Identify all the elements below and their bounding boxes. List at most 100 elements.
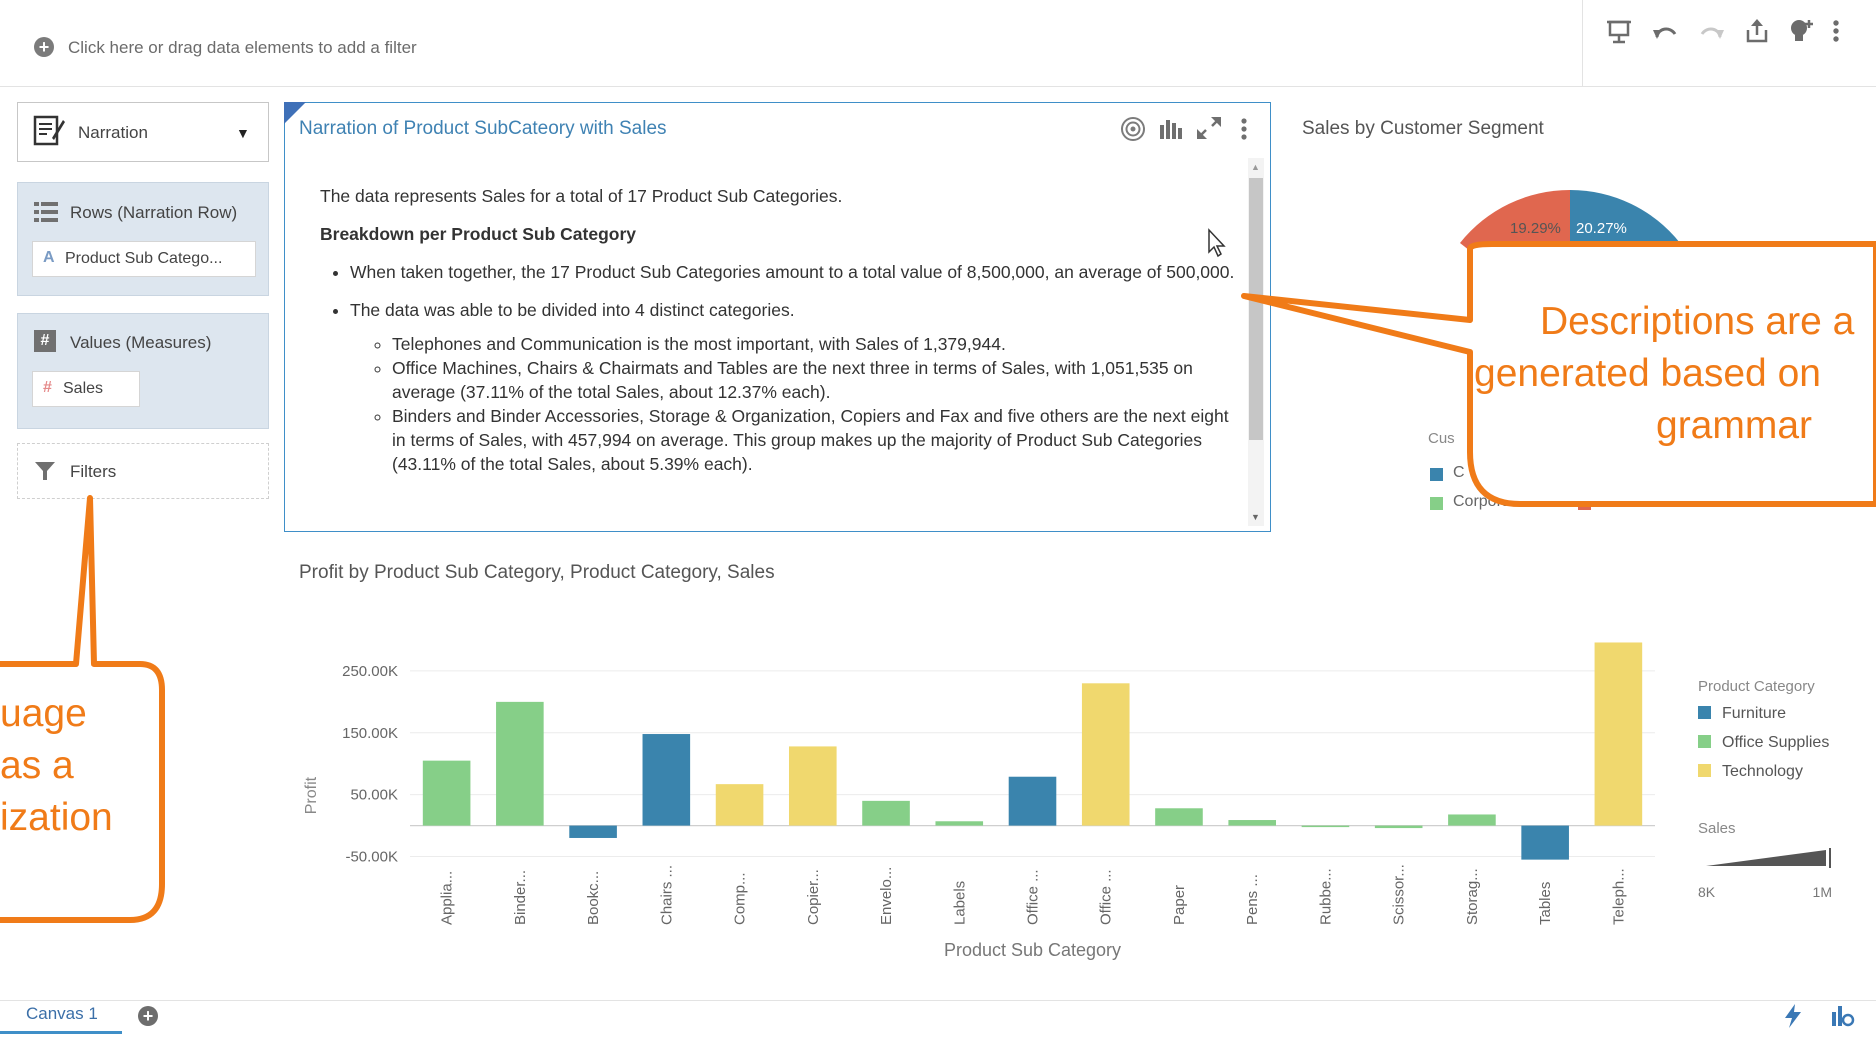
bullet-categories-text: The data was able to be divided into 4 d… [350,300,795,320]
rows-chip-label: Product Sub Catego... [65,250,223,267]
legend-label: Technology [1722,763,1803,780]
bar[interactable] [642,734,691,826]
x-tick-label: Pens ... [1244,874,1261,925]
values-chip[interactable]: # Sales [32,371,140,407]
attribute-icon: A [43,249,55,266]
bar[interactable] [569,825,617,838]
measure-icon: # [34,330,56,352]
bar[interactable] [1081,683,1130,826]
legend-swatch [1698,706,1711,719]
canvas-tab-bar [0,1000,1876,1041]
values-chip-label: Sales [63,380,104,397]
x-tick-label: Binder... [512,870,529,925]
add-filter-icon[interactable]: + [34,37,54,57]
chart-settings-icon[interactable] [1830,1002,1856,1033]
visualization-type-label: Narration [78,123,148,142]
panel-more-icon[interactable] [1238,116,1250,147]
funnel-icon [34,460,56,487]
narration-title: Narration of Product SubCateory with Sal… [299,118,667,139]
x-tick-label: Labels [951,881,968,925]
y-tick-label: 250.00K [342,663,398,680]
bar[interactable] [496,701,544,826]
callout-right-text: Descriptions are a generated based on gr… [1474,296,1876,452]
toolbar-divider [1582,0,1583,86]
bar[interactable] [1448,814,1496,826]
bar[interactable] [422,760,471,826]
callout-right-line-3: grammar [1656,404,1813,447]
rows-chip[interactable]: A Product Sub Catego... [32,241,256,277]
add-canvas-icon[interactable]: + [138,1006,158,1026]
y-axis-label: Profit [303,776,320,814]
bar[interactable] [1155,808,1203,826]
x-tick-label: Rubbe... [1317,868,1334,925]
x-tick-label: Applia... [439,871,456,925]
bar[interactable] [1594,642,1643,826]
share-icon[interactable] [1740,14,1774,48]
bar[interactable] [1301,825,1350,828]
active-tab-indicator [0,1031,122,1034]
x-tick-label: Copier... [805,869,822,925]
pie-label-1: 20.27% [1576,220,1627,237]
x-tick-label: Teleph... [1610,868,1627,925]
rows-drop-zone[interactable]: Rows (Narration Row) A Product Sub Categ… [17,182,269,296]
x-tick-label: Tables [1537,882,1554,925]
bar[interactable] [1521,825,1569,860]
y-tick-label: 50.00K [350,787,398,804]
bar[interactable] [715,784,764,826]
x-tick-label: Paper [1171,885,1188,925]
x-tick-label: Bookc... [585,871,602,925]
callout-right-line-2: generated based on [1474,352,1821,395]
tab-canvas-1[interactable]: Canvas 1 [26,1004,98,1024]
bar[interactable] [1228,820,1277,826]
redo-icon[interactable] [1695,14,1729,48]
undo-icon[interactable] [1648,14,1682,48]
values-section-label: Values (Measures) [70,333,212,352]
bar[interactable] [935,821,984,826]
legend-label: Furniture [1722,705,1786,722]
size-legend-min: 8K [1698,884,1716,900]
add-filter-text[interactable]: Click here or drag data elements to add … [68,38,417,58]
bar[interactable] [1374,825,1423,829]
x-tick-label: Chairs ... [658,865,675,925]
x-tick-label: Envelo... [878,867,895,925]
insights-icon[interactable] [1785,14,1819,48]
scroll-up-icon[interactable]: ▲ [1251,162,1260,172]
bar-chart: 250.00K 150.00K 50.00K -50.00K Profit Applia.… [303,642,1832,960]
rows-section-label: Rows (Narration Row) [70,203,238,222]
legend-swatch [1698,735,1711,748]
y-tick-label: 150.00K [342,725,398,742]
x-axis-title: Product Sub Category [944,940,1121,960]
size-legend-max: 1M [1813,884,1832,900]
callout-left-line-1: uage [0,692,87,735]
more-menu-icon[interactable] [1826,14,1846,48]
bar[interactable] [788,746,837,826]
chevron-down-icon[interactable]: ▼ [236,125,250,141]
y-tick-label: -50.00K [345,849,398,866]
x-tick-label: Office ... [1098,869,1115,925]
measure-hash-icon: # [43,379,52,396]
bar-chart-title: Profit by Product Sub Category, Product … [299,562,775,583]
narration-sub-1: Telephones and Communication is the most… [392,332,1245,356]
callout-left-line-3: ization [0,796,113,839]
size-legend-title: Sales [1698,820,1736,837]
x-tick-label: Comp... [732,872,749,925]
values-drop-zone[interactable]: # Values (Measures) # Sales [17,313,269,429]
legend-label: Office Supplies [1722,734,1829,751]
target-icon[interactable] [1120,116,1146,147]
bar[interactable] [862,800,910,826]
narration-sub-3: Binders and Binder Accessories, Storage … [392,404,1245,476]
callout-left-text: uage as a ization [0,688,113,844]
bar[interactable] [1008,776,1057,826]
callout-right-line-1: Descriptions are a [1540,300,1855,343]
maximize-icon[interactable] [1196,116,1222,145]
presentation-icon[interactable] [1602,14,1636,48]
visualization-type-select[interactable]: Narration ▼ [17,102,269,162]
x-tick-label: Storag... [1464,868,1481,925]
callout-left-line-2: as a [0,744,74,787]
filters-label: Filters [70,462,117,481]
narration-bullet-categories: The data was able to be divided into 4 d… [350,298,1245,476]
scroll-down-icon[interactable]: ▼ [1251,512,1260,522]
chart-type-icon[interactable] [1159,116,1183,145]
lightning-icon[interactable] [1782,1003,1804,1034]
narration-heading: Breakdown per Product Sub Category [320,224,637,244]
